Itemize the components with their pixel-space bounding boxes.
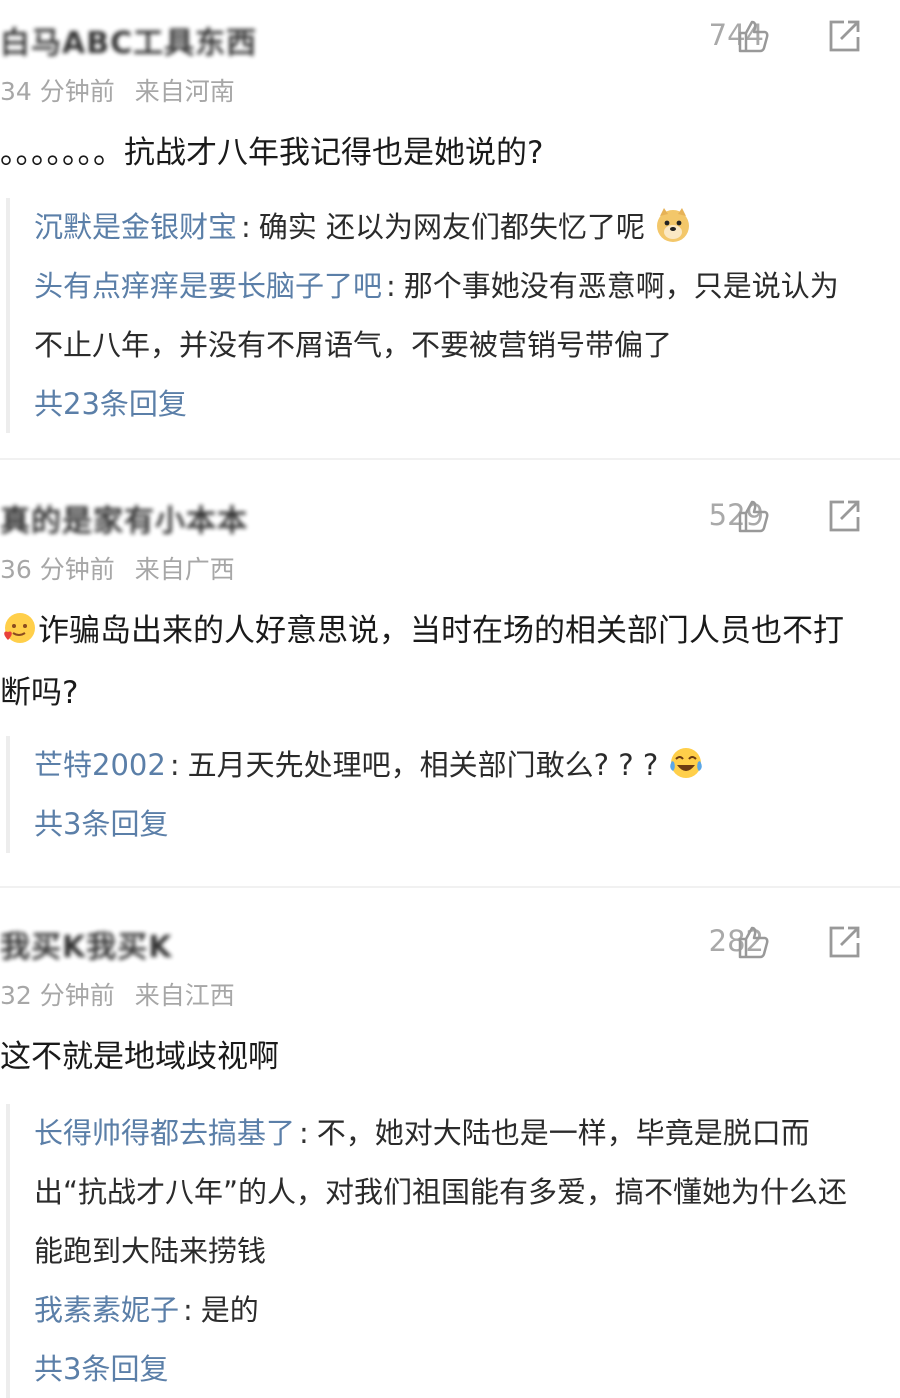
- reply-list: 长得帅得都去搞基了: 不，她对大陆也是一样，毕竟是脱口而出“抗战才八年”的人，对我…: [6, 1104, 866, 1398]
- reply-item: 头有点痒痒是要长脑子了吧: 那个事她没有恶意啊，只是说认为不止八年，并没有不屑语气…: [34, 269, 839, 362]
- more-replies-link[interactable]: 共3条回复: [34, 1340, 866, 1398]
- reply-item: 沉默是金银财宝: 确实 还以为网友们都失忆了呢: [34, 198, 866, 257]
- reply-author[interactable]: 我素素妮子: [34, 1293, 179, 1327]
- comment-location: 来自江西: [134, 981, 235, 1010]
- comment-text: 诈骗岛出来的人好意思说，当时在场的相关部门人员也不打断吗?: [0, 600, 860, 724]
- comment-card: 白马ABC工具东西 34 分钟前 来自河南 744 。。。。。。。抗战才八年我记…: [0, 0, 900, 458]
- comment-time: 36 分钟前: [0, 555, 115, 584]
- more-replies-link[interactable]: 共23条回复: [34, 375, 866, 433]
- reply-author[interactable]: 头有点痒痒是要长脑子了吧: [34, 269, 382, 303]
- comment-location: 来自河南: [134, 77, 235, 106]
- comment-time: 32 分钟前: [0, 981, 115, 1010]
- thumbs-up-icon[interactable]: [734, 924, 770, 960]
- comment-text: 。。。。。。。抗战才八年我记得也是她说的?: [0, 135, 544, 171]
- comment-meta: 32 分钟前 来自江西: [0, 976, 235, 1012]
- comment-author[interactable]: 白马ABC工具东西: [0, 18, 257, 62]
- reply-author[interactable]: 长得帅得都去搞基了: [34, 1116, 295, 1150]
- reply-item: 芒特2002: 五月天先处理吧，相关部门敢么? ? ?: [34, 736, 866, 795]
- comment-location: 来自广西: [134, 555, 235, 584]
- comment-meta: 36 分钟前 来自广西: [0, 550, 235, 586]
- comment-time: 34 分钟前: [0, 77, 115, 106]
- comment-card: 我买K我买K 32 分钟前 来自江西 282 这不就是地域歧视啊 长得帅得都去搞…: [0, 888, 900, 1398]
- more-replies-link[interactable]: 共3条回复: [34, 795, 866, 853]
- comment-text: 这不就是地域歧视啊: [0, 1039, 279, 1075]
- reply-text: 是的: [200, 1293, 259, 1327]
- thumbs-up-icon[interactable]: [734, 18, 770, 54]
- comment-meta: 34 分钟前 来自河南: [0, 72, 235, 108]
- comment-card: 真的是家有小本本 36 分钟前 来自广西 529 诈骗岛出来的人好意思说，当时在…: [0, 460, 900, 886]
- reply-item: 长得帅得都去搞基了: 不，她对大陆也是一样，毕竟是脱口而出“抗战才八年”的人，对我…: [34, 1116, 848, 1268]
- heart-eyes-emoji-icon: [4, 613, 35, 643]
- doge-emoji-icon: [657, 208, 690, 242]
- reply-list: 沉默是金银财宝: 确实 还以为网友们都失忆了呢 头有点痒痒是要长脑子了吧: 那个事她…: [6, 198, 866, 433]
- comment-author[interactable]: 我买K我买K: [0, 922, 173, 966]
- reply-text: 五月天先处理吧，相关部门敢么? ? ?: [187, 748, 659, 782]
- reply-list: 芒特2002: 五月天先处理吧，相关部门敢么? ? ? 共3条回复: [6, 736, 866, 853]
- reply-author[interactable]: 芒特2002: [34, 748, 166, 782]
- laugh-cry-emoji-icon: [670, 748, 703, 778]
- comment-text-content: 诈骗岛出来的人好意思说，当时在场的相关部门人员也不打断吗?: [0, 613, 844, 711]
- comment-author[interactable]: 真的是家有小本本: [0, 496, 248, 540]
- share-icon[interactable]: [826, 18, 862, 54]
- share-icon[interactable]: [826, 498, 862, 534]
- reply-text: 确实 还以为网友们都失忆了呢: [258, 210, 646, 244]
- share-icon[interactable]: [826, 924, 862, 960]
- reply-item: 我素素妮子: 是的: [34, 1293, 259, 1327]
- reply-author[interactable]: 沉默是金银财宝: [34, 210, 237, 244]
- thumbs-up-icon[interactable]: [734, 498, 770, 534]
